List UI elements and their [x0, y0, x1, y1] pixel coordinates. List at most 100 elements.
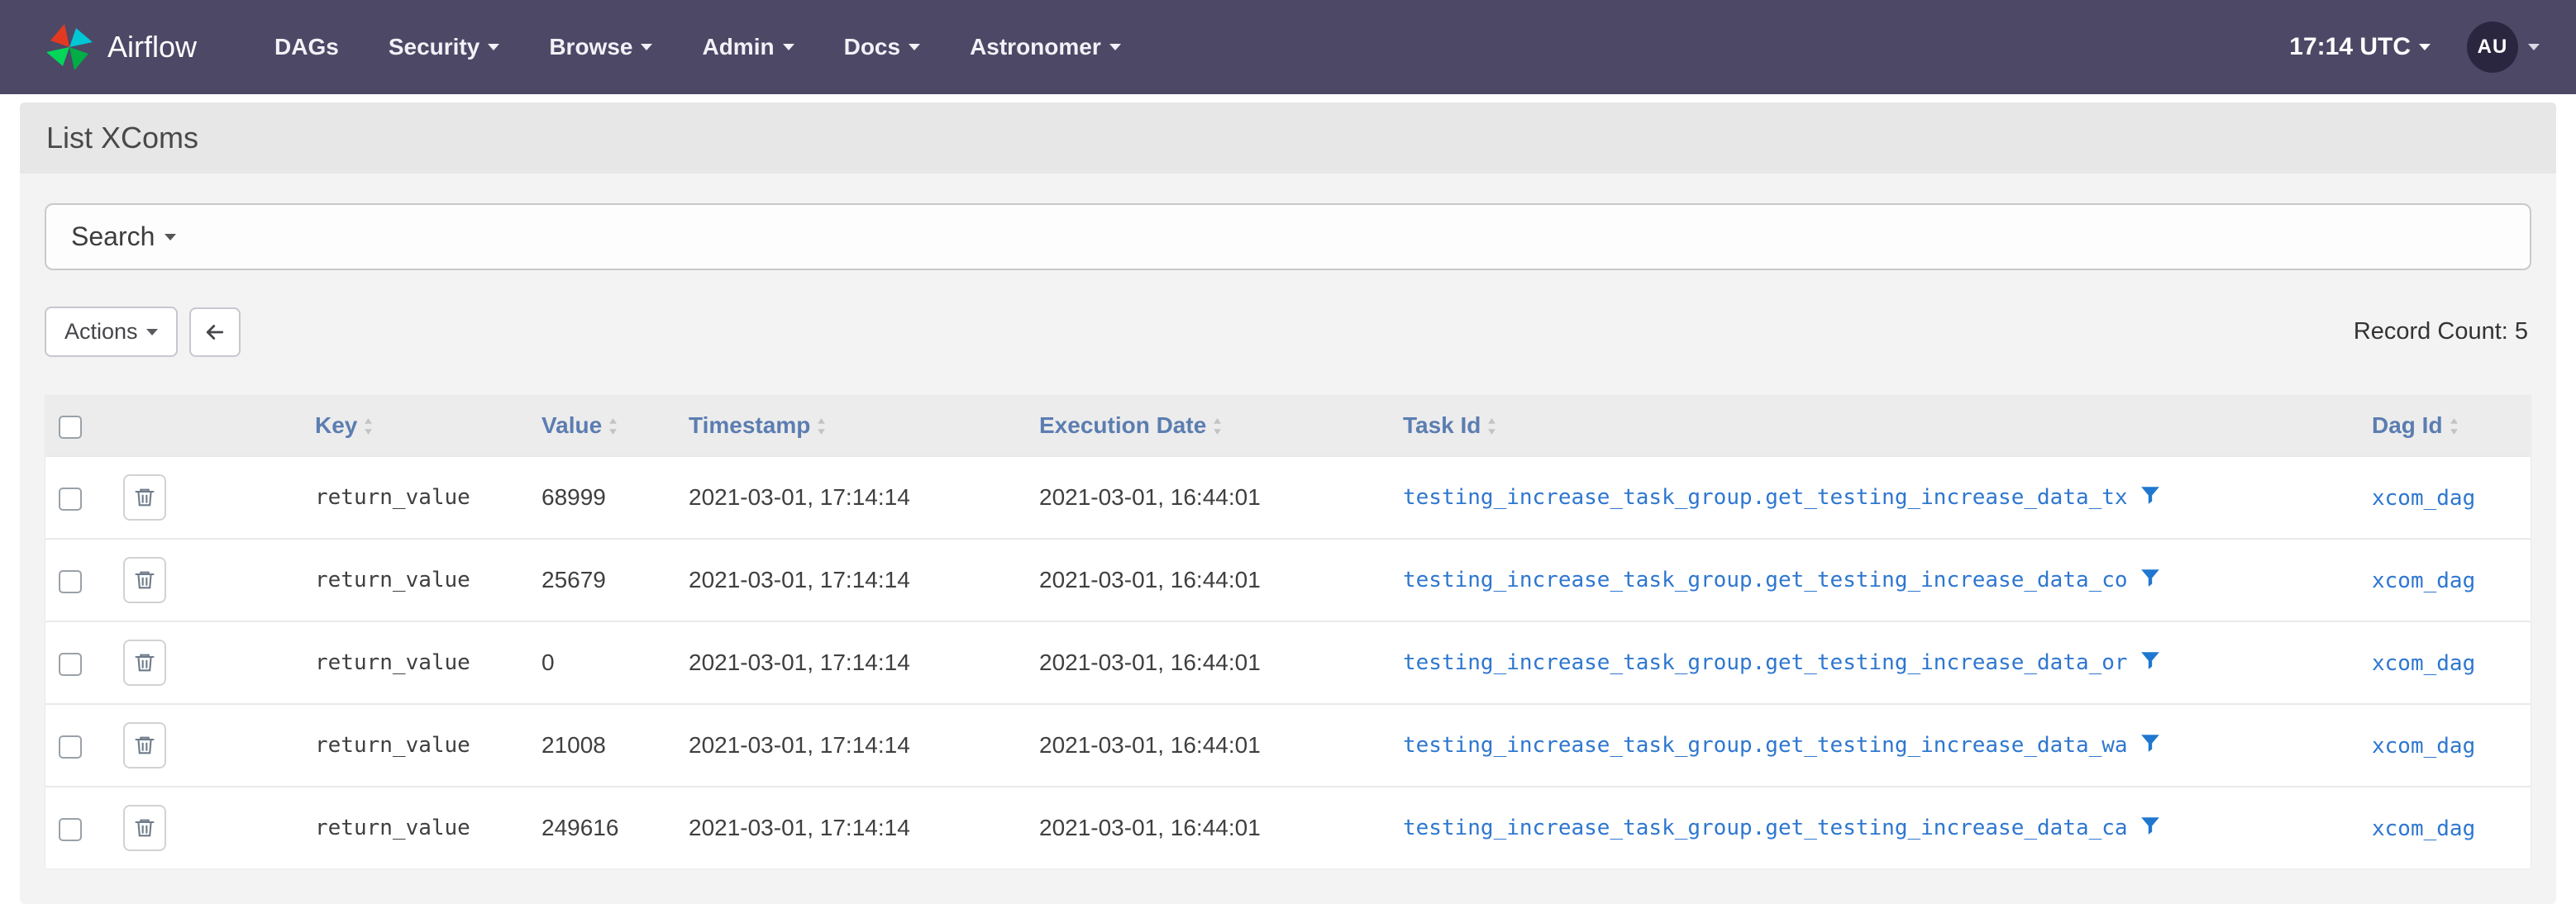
column-header-value[interactable]: Value — [528, 396, 675, 456]
row-checkbox[interactable] — [59, 570, 82, 593]
navbar-right: 17:14 UTC AU — [2289, 21, 2540, 73]
page-title: List XComs — [20, 102, 2556, 174]
sort-icon[interactable] — [364, 418, 373, 435]
cell-execution-date: 2021-03-01, 16:44:01 — [1026, 787, 1390, 868]
dag-id-link[interactable]: xcom_dag — [2372, 816, 2475, 841]
table-header-row: Key Value Timestamp Execution Date Task — [45, 396, 2531, 456]
list-xcoms-panel: List XComs Search Actions Record Count: … — [20, 102, 2556, 904]
nav-item-astronomer[interactable]: Astronomer — [945, 0, 1146, 94]
nav-item-docs[interactable]: Docs — [819, 0, 945, 94]
sort-icon[interactable] — [817, 418, 826, 435]
filter-icon[interactable] — [2140, 732, 2161, 759]
nav-item-admin[interactable]: Admin — [677, 0, 818, 94]
column-header-dag-id[interactable]: Dag Id — [2359, 396, 2531, 456]
xcom-table: Key Value Timestamp Execution Date Task — [45, 395, 2531, 869]
sort-icon[interactable] — [1213, 418, 1222, 435]
brand-label: Airflow — [107, 30, 197, 64]
cell-value: 68999 — [528, 456, 675, 539]
search-label: Search — [71, 221, 155, 252]
dag-id-link[interactable]: xcom_dag — [2372, 651, 2475, 676]
cell-key: return_value — [208, 621, 528, 704]
cell-key: return_value — [208, 456, 528, 539]
column-header-task-id[interactable]: Task Id — [1390, 396, 2359, 456]
delete-row-button[interactable] — [123, 474, 166, 521]
task-id-link[interactable]: testing_increase_task_group.get_testing_… — [1403, 568, 2128, 592]
column-header-timestamp[interactable]: Timestamp — [675, 396, 1026, 456]
trash-icon — [133, 816, 156, 840]
chevron-down-icon — [488, 44, 499, 50]
chevron-down-icon — [2528, 44, 2540, 50]
cell-execution-date: 2021-03-01, 16:44:01 — [1026, 621, 1390, 704]
clock-dropdown[interactable]: 17:14 UTC — [2289, 33, 2431, 61]
cell-execution-date: 2021-03-01, 16:44:01 — [1026, 539, 1390, 621]
sort-icon[interactable] — [2450, 418, 2459, 435]
clock-label: 17:14 UTC — [2289, 33, 2411, 61]
cell-execution-date: 2021-03-01, 16:44:01 — [1026, 704, 1390, 787]
task-id-link[interactable]: testing_increase_task_group.get_testing_… — [1403, 733, 2128, 758]
cell-key: return_value — [208, 787, 528, 868]
nav-item-dags[interactable]: DAGs — [250, 0, 364, 94]
back-button[interactable] — [189, 307, 241, 357]
user-menu[interactable]: AU — [2467, 21, 2540, 73]
filter-icon[interactable] — [2140, 649, 2161, 677]
select-all-checkbox[interactable] — [59, 416, 82, 439]
dag-id-link[interactable]: xcom_dag — [2372, 734, 2475, 759]
avatar: AU — [2467, 21, 2518, 73]
filter-icon[interactable] — [2140, 815, 2161, 842]
toolbar: Actions Record Count: 5 — [45, 307, 2531, 357]
nav-item-browse[interactable]: Browse — [524, 0, 677, 94]
chevron-down-icon — [1109, 44, 1121, 50]
table-row: return_value 21008 2021-03-01, 17:14:14 … — [45, 704, 2531, 787]
delete-row-button[interactable] — [123, 722, 166, 768]
cell-value: 25679 — [528, 539, 675, 621]
filter-icon[interactable] — [2140, 484, 2161, 511]
delete-row-button[interactable] — [123, 557, 166, 603]
dag-id-link[interactable]: xcom_dag — [2372, 569, 2475, 593]
cell-timestamp: 2021-03-01, 17:14:14 — [675, 787, 1026, 868]
column-header-key[interactable]: Key — [208, 396, 528, 456]
chevron-down-icon — [783, 44, 794, 50]
chevron-down-icon — [641, 44, 652, 50]
cell-timestamp: 2021-03-01, 17:14:14 — [675, 456, 1026, 539]
airflow-logo-icon — [43, 21, 96, 74]
row-checkbox[interactable] — [59, 653, 82, 676]
search-panel-toggle[interactable]: Search — [45, 203, 2531, 270]
trash-icon — [133, 568, 156, 592]
trash-icon — [133, 485, 156, 510]
column-header-execution-date[interactable]: Execution Date — [1026, 396, 1390, 456]
navbar: Airflow DAGs Security Browse Admin Docs … — [0, 0, 2576, 94]
brand[interactable]: Airflow — [43, 21, 197, 74]
cell-value: 249616 — [528, 787, 675, 868]
dag-id-link[interactable]: xcom_dag — [2372, 486, 2475, 511]
table-row: return_value 249616 2021-03-01, 17:14:14… — [45, 787, 2531, 868]
table-row: return_value 0 2021-03-01, 17:14:14 2021… — [45, 621, 2531, 704]
nav-item-security[interactable]: Security — [364, 0, 525, 94]
cell-timestamp: 2021-03-01, 17:14:14 — [675, 704, 1026, 787]
cell-timestamp: 2021-03-01, 17:14:14 — [675, 621, 1026, 704]
filter-icon[interactable] — [2140, 567, 2161, 594]
cell-key: return_value — [208, 539, 528, 621]
chevron-down-icon — [146, 329, 158, 335]
task-id-link[interactable]: testing_increase_task_group.get_testing_… — [1403, 650, 2128, 675]
table-row: return_value 25679 2021-03-01, 17:14:14 … — [45, 539, 2531, 621]
row-checkbox[interactable] — [59, 488, 82, 511]
chevron-down-icon — [165, 234, 176, 240]
delete-row-button[interactable] — [123, 640, 166, 686]
cell-execution-date: 2021-03-01, 16:44:01 — [1026, 456, 1390, 539]
trash-icon — [133, 733, 156, 758]
row-checkbox[interactable] — [59, 818, 82, 841]
row-checkbox[interactable] — [59, 735, 82, 759]
sort-icon[interactable] — [1487, 418, 1496, 435]
table-row: return_value 68999 2021-03-01, 17:14:14 … — [45, 456, 2531, 539]
delete-row-button[interactable] — [123, 805, 166, 851]
task-id-link[interactable]: testing_increase_task_group.get_testing_… — [1403, 485, 2128, 510]
actions-button[interactable]: Actions — [45, 307, 178, 357]
cell-key: return_value — [208, 704, 528, 787]
sort-icon[interactable] — [608, 418, 618, 435]
task-id-link[interactable]: testing_increase_task_group.get_testing_… — [1403, 816, 2128, 840]
arrow-left-icon — [203, 320, 227, 345]
chevron-down-icon — [909, 44, 920, 50]
panel-body: Search Actions Record Count: 5 — [20, 174, 2556, 904]
actions-column-header — [110, 396, 208, 456]
cell-timestamp: 2021-03-01, 17:14:14 — [675, 539, 1026, 621]
